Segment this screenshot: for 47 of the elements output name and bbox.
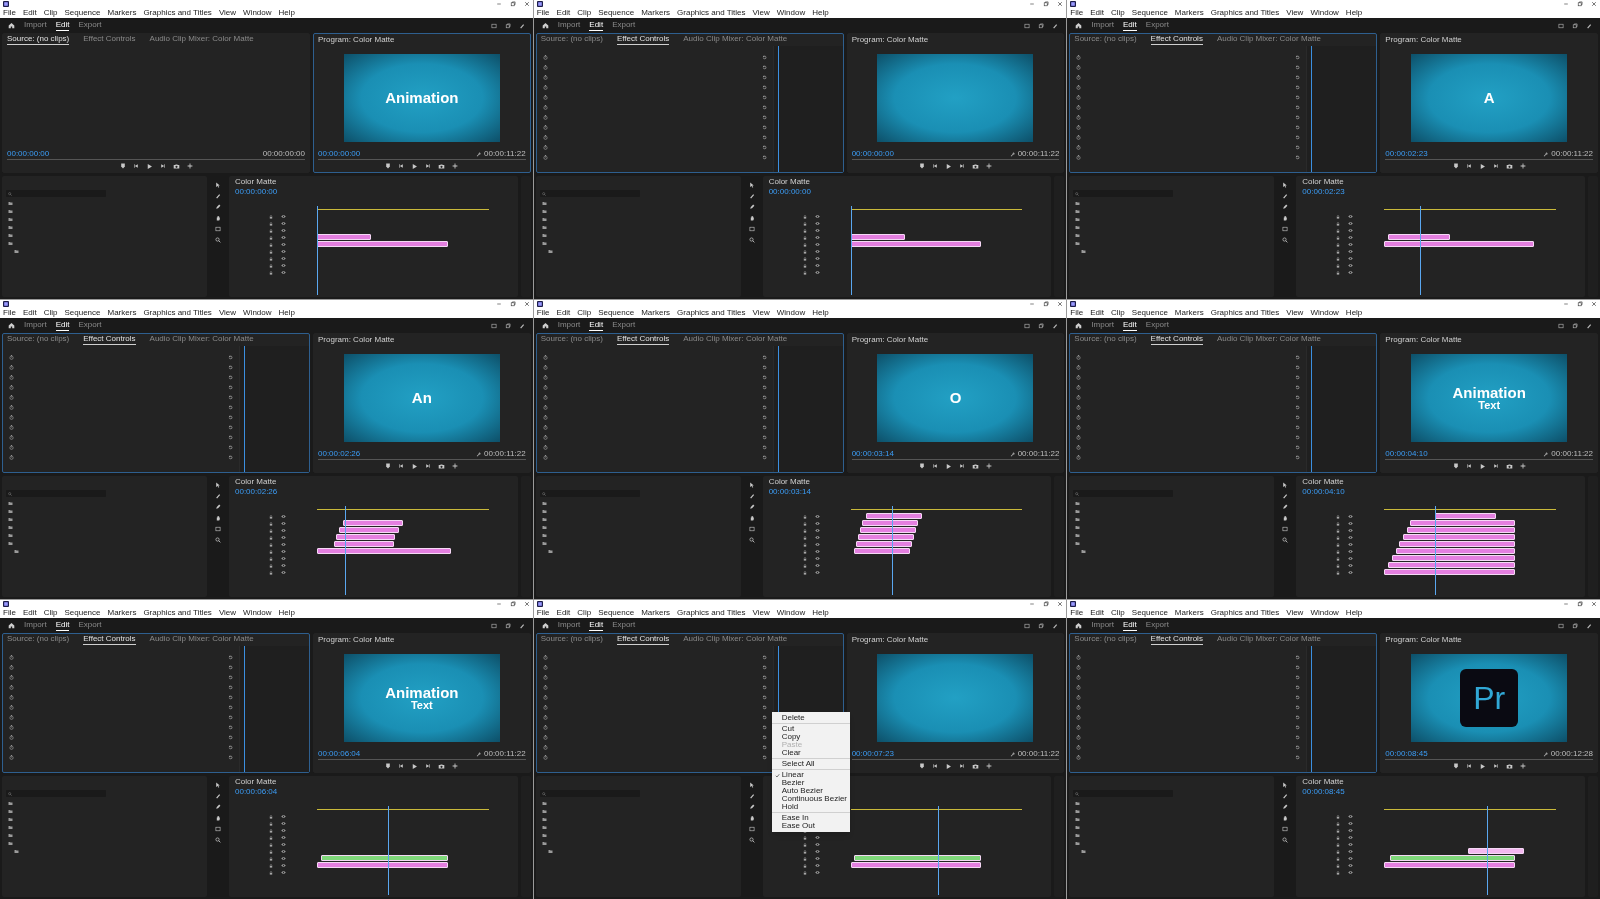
duration: 00:00:12:28 — [1550, 750, 1593, 758]
overlay-text: A — [1483, 90, 1495, 105]
overlay-text: Text — [1478, 399, 1501, 411]
timecode: 00:00:06:04 — [318, 750, 361, 758]
timecode: 00:00:00:00 — [7, 150, 50, 158]
duration: 00:00:11:22 — [1551, 150, 1593, 158]
panel-title: Program: Color Matte — [851, 36, 929, 44]
duration: 00:00:11:22 — [1017, 450, 1060, 458]
duration: 00:00:11:22 — [484, 750, 526, 758]
timecode: 00:00:03:14 — [768, 488, 811, 496]
duration: 00:00:11:22 — [484, 450, 526, 458]
timecode: 00:00:04:10 — [1385, 450, 1428, 458]
overlay-text: Animation — [385, 684, 459, 700]
panel-title: Program: Color Matte — [1385, 636, 1462, 644]
timecode: 00:00:00:00 — [768, 188, 811, 196]
panel-title: Program: Color Matte — [318, 36, 395, 44]
duration: 00:00:11:22 — [1017, 750, 1060, 758]
overlay-text: O — [949, 390, 962, 405]
timecode: 00:00:07:23 — [851, 750, 894, 758]
timecode: 00:00:03:14 — [851, 450, 894, 458]
timecode: 00:00:06:04 — [235, 788, 278, 796]
timecode: 00:00:02:26 — [235, 488, 278, 496]
panel-title: Program: Color Matte — [318, 636, 395, 644]
panel-title: Program: Color Matte — [1385, 36, 1462, 44]
timecode: 00:00:04:10 — [1302, 488, 1345, 496]
duration: 00:00:11:22 — [1017, 150, 1060, 158]
overlay-text: Text — [410, 699, 433, 711]
overlay-text: Animation — [385, 90, 459, 105]
duration: 00:00:11:22 — [484, 150, 526, 158]
duration: 00:00:11:22 — [1551, 450, 1593, 458]
timecode: 00:00:08:45 — [1385, 750, 1428, 758]
panel-title: Program: Color Matte — [851, 636, 929, 644]
overlay-text: An — [411, 390, 432, 405]
logo-text: Pr — [1473, 681, 1506, 714]
panel-title: Program: Color Matte — [318, 336, 395, 344]
overlay-text: Animation — [1452, 384, 1526, 400]
timecode: 00:00:00:00 — [851, 150, 894, 158]
timecode: 00:00:00:00 — [262, 150, 305, 158]
timecode: 00:00:00:00 — [318, 150, 361, 158]
timecode: 00:00:02:23 — [1385, 150, 1428, 158]
panel-title: Program: Color Matte — [1385, 336, 1462, 344]
menu-item: Paste — [781, 741, 803, 749]
timecode: 00:00:08:45 — [1302, 788, 1345, 796]
timecode: 00:00:00:00 — [235, 188, 278, 196]
timecode: 00:00:02:23 — [1302, 188, 1345, 196]
panel-title: Program: Color Matte — [851, 336, 929, 344]
timecode: 00:00:02:26 — [318, 450, 361, 458]
